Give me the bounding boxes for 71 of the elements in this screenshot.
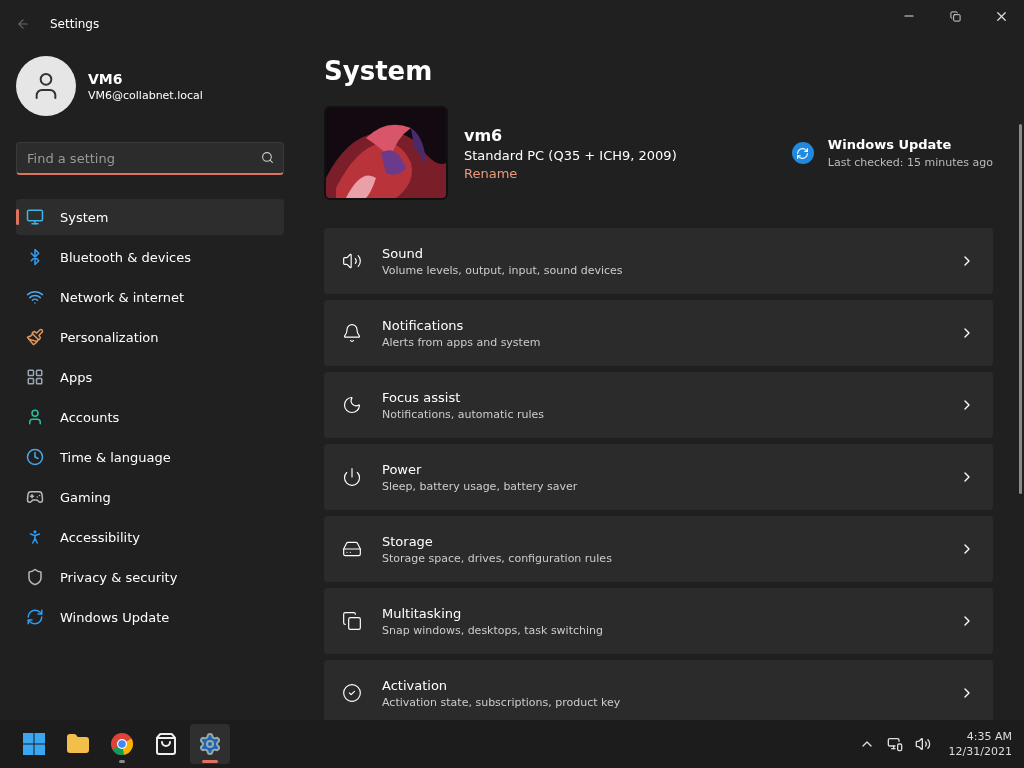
browser-icon: [110, 732, 134, 756]
setting-card[interactable]: Sound Volume levels, output, input, sound devices: [324, 228, 993, 294]
setting-title: Focus assist: [382, 389, 462, 405]
setting-card[interactable]: Notifications Alerts from apps and system: [324, 300, 993, 366]
sidebar-item[interactable]: Network & internet: [16, 279, 284, 315]
rename-link[interactable]: Rename: [464, 165, 677, 181]
setting-card[interactable]: Power Sleep, battery usage, battery saver: [324, 444, 993, 510]
folder-icon: [66, 732, 90, 756]
update-title[interactable]: Windows Update: [827, 137, 993, 152]
speaker-icon: [342, 251, 362, 271]
sidebar-item[interactable]: Privacy & security: [16, 559, 284, 595]
setting-title: Storage: [382, 533, 434, 549]
setting-card[interactable]: Focus assist Notifications, automatic rules: [324, 372, 993, 438]
setting-card[interactable]: Storage Storage space, drives, configuration rules: [324, 516, 993, 582]
speaker-icon[interactable]: [914, 736, 931, 752]
sidebar-item[interactable]: Accessibility: [16, 519, 284, 555]
wifi-icon: [26, 288, 44, 306]
setting-card[interactable]: Activation Activation state, subscriptions, product key: [324, 660, 993, 720]
store-bag-icon: [154, 732, 178, 756]
sidebar-item[interactable]: Windows Update: [16, 599, 284, 635]
search-field[interactable]: Find a setting: [16, 142, 284, 175]
update-icon: [791, 142, 814, 164]
bell-icon: [342, 323, 362, 343]
sidebar-item[interactable]: Personalization: [16, 319, 284, 355]
setting-title: Power: [382, 461, 423, 477]
setting-title: Multitasking: [382, 605, 463, 621]
apps-grid-icon: [26, 368, 44, 386]
setting-card[interactable]: Multitasking Snap windows, desktops, task switching: [324, 588, 993, 654]
sidebar-item[interactable]: Accounts: [16, 399, 284, 435]
monitor-icon: [26, 208, 44, 226]
setting-title: Notifications: [382, 317, 465, 333]
device-name: vm6: [464, 125, 504, 145]
paintbrush-icon: [26, 328, 44, 346]
sidebar-item[interactable]: System: [16, 199, 284, 235]
gear-icon: [198, 732, 222, 756]
avatar: [16, 56, 76, 116]
shield-icon: [26, 568, 44, 586]
setting-title: Sound: [382, 245, 424, 261]
sidebar-item[interactable]: Gaming: [16, 479, 284, 515]
check-circle-icon: [342, 683, 362, 703]
person-icon: [26, 408, 44, 426]
gamepad-icon: [26, 488, 44, 506]
windows-logo-icon: [22, 732, 46, 756]
restore-icon: [949, 10, 961, 22]
update-icon: [26, 608, 44, 626]
sidebar-item[interactable]: Bluetooth & devices: [16, 239, 284, 275]
account-email: VM6@collabnet.local: [88, 88, 203, 102]
drive-icon: [342, 539, 362, 559]
setting-title: Activation: [382, 677, 449, 693]
search-icon: [261, 151, 274, 164]
network-icon[interactable]: [886, 736, 903, 752]
update-status: Last checked: 15 minutes ago: [827, 156, 993, 169]
page-title: System: [324, 56, 434, 86]
clock-time[interactable]: 4:35 AM: [966, 730, 1012, 743]
setting-description: Volume levels, output, input, sound devices: [382, 263, 624, 277]
back-icon[interactable]: [16, 17, 30, 31]
clock-date[interactable]: 12/31/2021: [948, 745, 1012, 758]
setting-description: Snap windows, desktops, task switching: [382, 623, 604, 637]
setting-description: Alerts from apps and system: [382, 335, 542, 349]
sidebar-item[interactable]: Time & language: [16, 439, 284, 475]
moon-icon: [342, 395, 362, 415]
account-name: VM6: [88, 70, 124, 87]
power-icon: [342, 467, 362, 487]
sidebar-item[interactable]: Apps: [16, 359, 284, 395]
setting-description: Activation state, subscriptions, product key: [382, 695, 622, 709]
setting-description: Storage space, drives, configuration rules: [382, 551, 613, 565]
clock-icon: [26, 448, 44, 466]
setting-description: Sleep, battery usage, battery saver: [382, 479, 579, 493]
device-model: Standard PC (Q35 + ICH9, 2009): [464, 147, 677, 163]
window-title: Settings: [50, 17, 100, 31]
setting-description: Notifications, automatic rules: [382, 407, 545, 421]
